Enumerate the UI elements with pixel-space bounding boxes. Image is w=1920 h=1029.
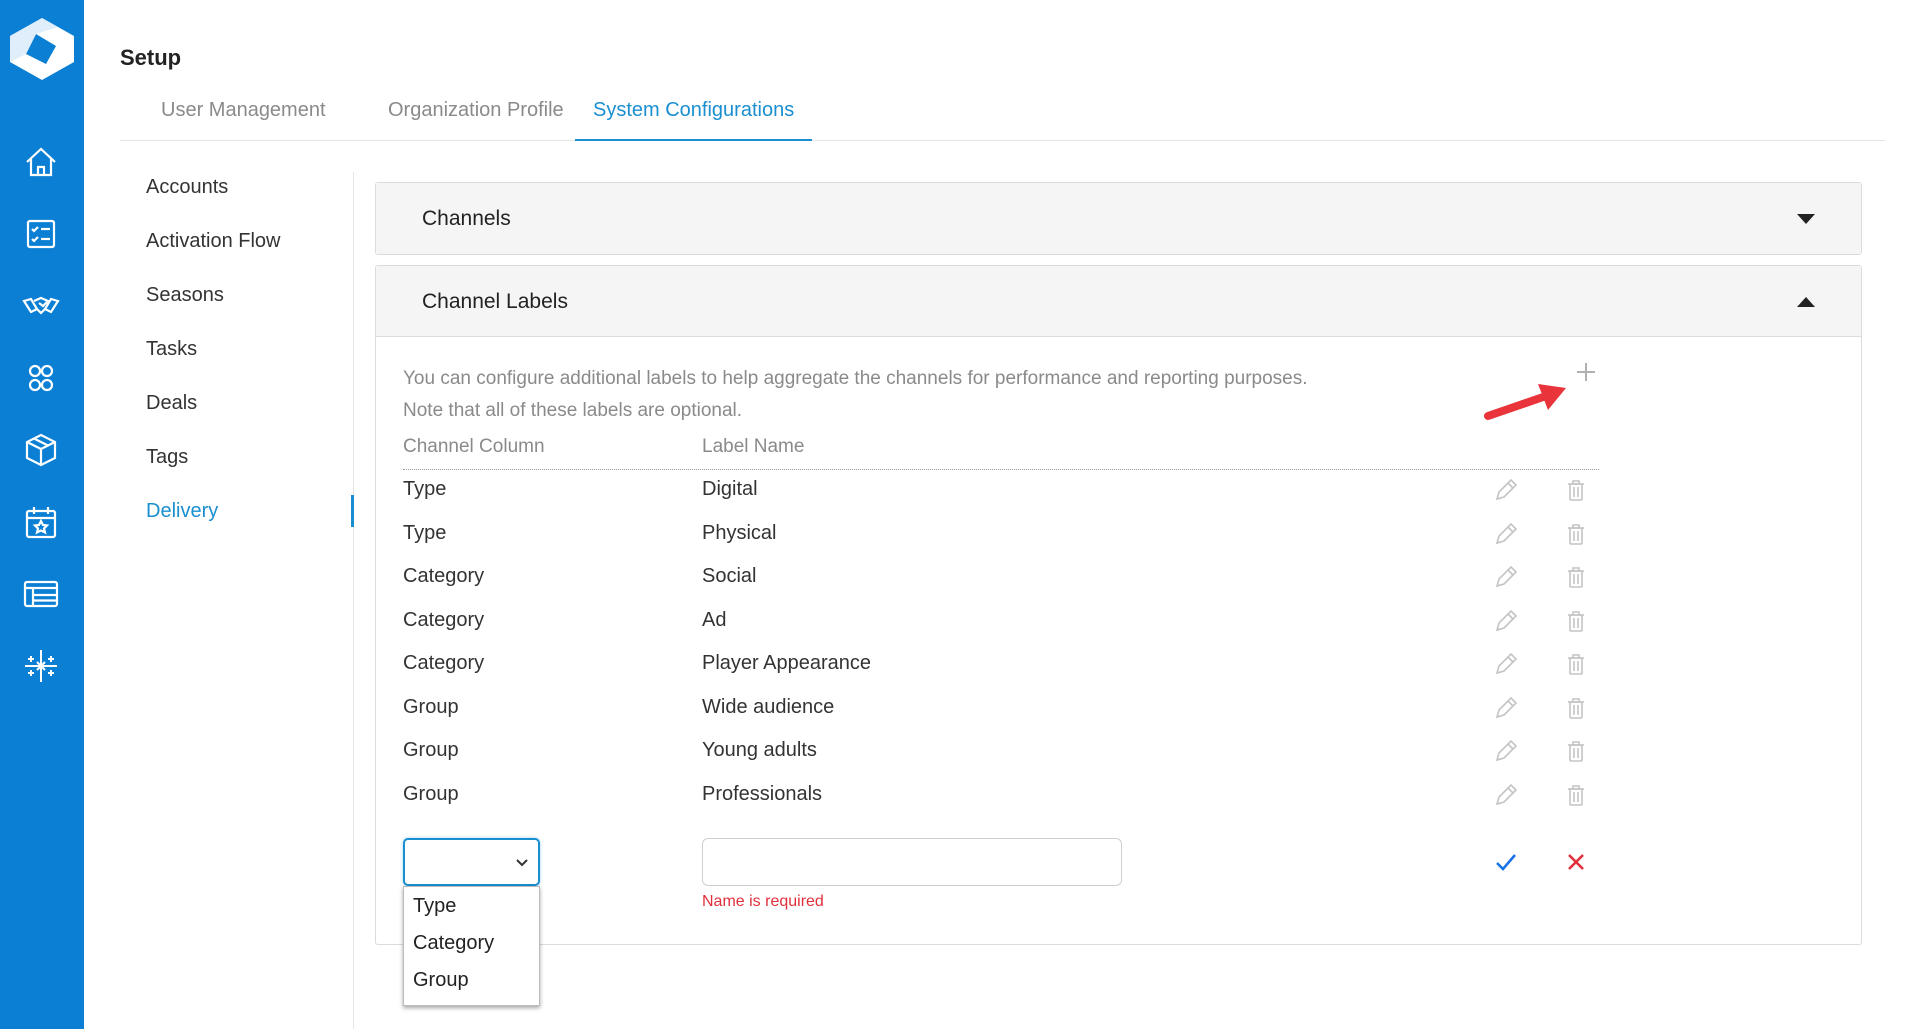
app-logo[interactable] bbox=[6, 16, 78, 82]
close-icon[interactable] bbox=[1563, 849, 1589, 875]
row-label-name: Wide audience bbox=[702, 696, 835, 718]
dropdown-option-group[interactable]: Group bbox=[413, 969, 469, 992]
row-channel-column: Category bbox=[403, 609, 485, 631]
home-icon[interactable] bbox=[22, 143, 60, 181]
trash-icon[interactable] bbox=[1563, 651, 1589, 677]
subnav-active-marker bbox=[351, 495, 354, 527]
trash-icon[interactable] bbox=[1563, 695, 1589, 721]
row-label-name: Young adults bbox=[702, 739, 817, 761]
channel-labels-panel-header[interactable]: Channel Labels bbox=[376, 266, 1861, 337]
row-label-name: Physical bbox=[702, 522, 777, 544]
row-label-name: Professionals bbox=[702, 783, 823, 805]
caret-up-icon[interactable] bbox=[1797, 297, 1815, 307]
pencil-icon[interactable] bbox=[1493, 782, 1519, 808]
row-channel-column: Type bbox=[403, 522, 447, 544]
check-icon[interactable] bbox=[1493, 849, 1519, 875]
contacts-group-icon[interactable] bbox=[22, 359, 60, 397]
column-header-label-name: Label Name bbox=[702, 436, 805, 457]
annotation-arrow bbox=[1484, 384, 1566, 420]
pencil-icon[interactable] bbox=[1493, 521, 1519, 547]
trash-icon[interactable] bbox=[1563, 564, 1589, 590]
checklist-icon[interactable] bbox=[22, 215, 60, 253]
pencil-icon[interactable] bbox=[1493, 608, 1519, 634]
pencil-icon[interactable] bbox=[1493, 695, 1519, 721]
row-label-name: Player Appearance bbox=[702, 652, 872, 674]
subnav-item-tasks[interactable]: Tasks bbox=[146, 337, 197, 361]
row-channel-column: Category bbox=[403, 565, 485, 587]
row-channel-column: Type bbox=[403, 478, 447, 500]
trash-icon[interactable] bbox=[1563, 608, 1589, 634]
sparkle-grid-icon[interactable] bbox=[22, 647, 60, 685]
channel-column-select[interactable] bbox=[403, 838, 540, 886]
tab-organization-profile[interactable]: Organization Profile bbox=[370, 98, 582, 141]
channels-panel-header[interactable]: Channels bbox=[376, 183, 1861, 254]
dropdown-option-category[interactable]: Category bbox=[413, 932, 494, 955]
subnav: Accounts Activation Flow Seasons Tasks D… bbox=[120, 172, 354, 1029]
app-root: Setup User Management Organization Profi… bbox=[0, 0, 1920, 1029]
subnav-item-delivery[interactable]: Delivery bbox=[146, 499, 218, 523]
channels-panel-title: Channels bbox=[422, 207, 511, 230]
row-label-name: Ad bbox=[702, 609, 727, 631]
left-rail bbox=[0, 0, 84, 1029]
pencil-icon[interactable] bbox=[1493, 651, 1519, 677]
caret-down-icon[interactable] bbox=[1797, 214, 1815, 224]
plus-icon[interactable] bbox=[1574, 360, 1598, 384]
handshake-icon[interactable] bbox=[22, 287, 60, 325]
name-required-error: Name is required bbox=[702, 893, 824, 910]
chevron-down-icon bbox=[516, 859, 528, 867]
subnav-item-tags[interactable]: Tags bbox=[146, 445, 188, 469]
cube-icon[interactable] bbox=[22, 431, 60, 469]
tab-system-configurations[interactable]: System Configurations bbox=[575, 98, 813, 141]
channel-column-dropdown: Type Category Group bbox=[403, 886, 540, 1006]
column-header-channel-column: Channel Column bbox=[403, 436, 545, 457]
subnav-item-seasons[interactable]: Seasons bbox=[146, 283, 224, 307]
trash-icon[interactable] bbox=[1563, 738, 1589, 764]
channel-labels-panel: Channel Labels You can configure additio… bbox=[375, 265, 1862, 1006]
trash-icon[interactable] bbox=[1563, 782, 1589, 808]
pencil-icon[interactable] bbox=[1493, 477, 1519, 503]
pencil-icon[interactable] bbox=[1493, 564, 1519, 590]
channel-labels-panel-title: Channel Labels bbox=[422, 290, 568, 313]
row-label-name: Social bbox=[702, 565, 757, 587]
subnav-item-activation-flow[interactable]: Activation Flow bbox=[146, 229, 281, 253]
pencil-icon[interactable] bbox=[1493, 738, 1519, 764]
label-name-input[interactable] bbox=[702, 838, 1122, 886]
table-list-icon[interactable] bbox=[22, 575, 60, 613]
channel-labels-description-1: You can configure additional labels to h… bbox=[403, 368, 1308, 389]
header-divider bbox=[403, 469, 1599, 470]
tab-user-management[interactable]: User Management bbox=[143, 98, 344, 141]
tab-bar: User Management Organization Profile Sys… bbox=[120, 92, 1885, 141]
row-label-name: Digital bbox=[702, 478, 758, 500]
channels-panel: Channels bbox=[375, 182, 1862, 255]
row-channel-column: Category bbox=[403, 652, 485, 674]
channel-labels-description-2: Note that all of these labels are option… bbox=[403, 400, 743, 421]
dropdown-option-type[interactable]: Type bbox=[413, 895, 456, 918]
row-channel-column: Group bbox=[403, 783, 459, 805]
subnav-item-deals[interactable]: Deals bbox=[146, 391, 197, 415]
trash-icon[interactable] bbox=[1563, 521, 1589, 547]
page-title: Setup bbox=[120, 45, 182, 70]
trash-icon[interactable] bbox=[1563, 477, 1589, 503]
calendar-star-icon[interactable] bbox=[22, 503, 60, 541]
row-channel-column: Group bbox=[403, 696, 459, 718]
row-channel-column: Group bbox=[403, 739, 459, 761]
subnav-item-accounts[interactable]: Accounts bbox=[146, 175, 228, 199]
